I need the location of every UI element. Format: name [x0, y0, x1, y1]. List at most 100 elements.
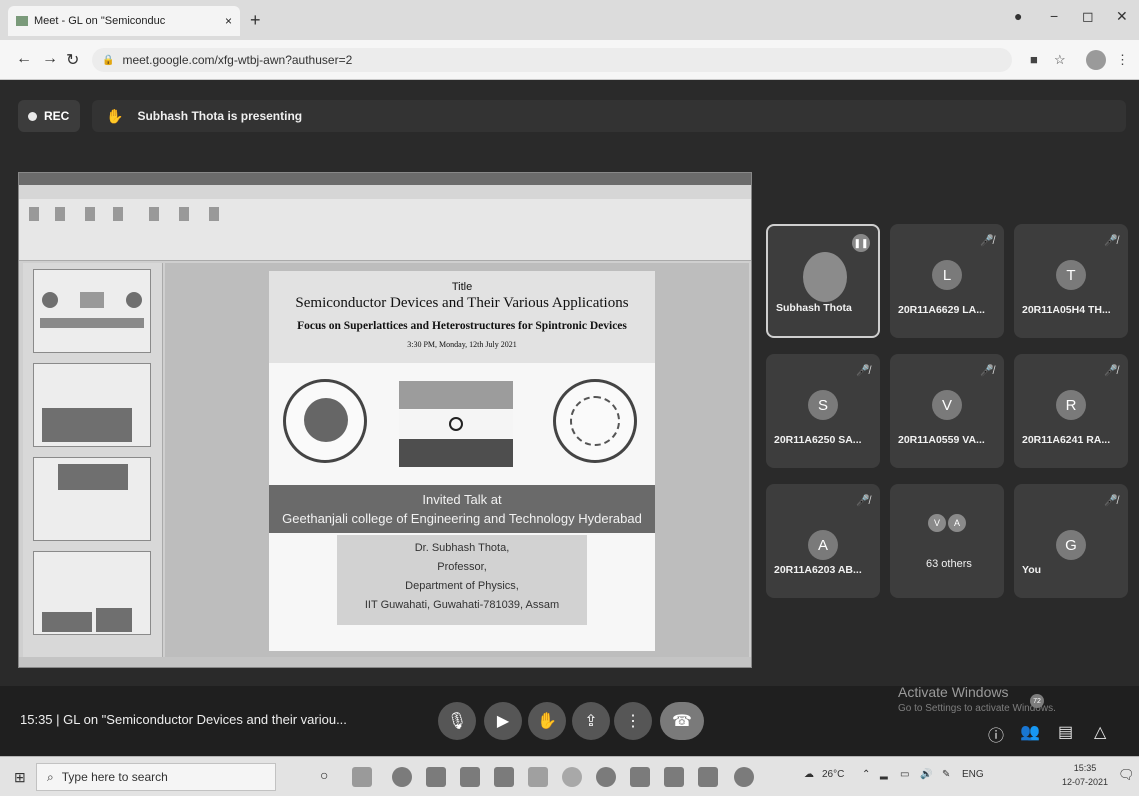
task-view-icon[interactable] — [352, 767, 372, 787]
speaker-org: IIT Guwahati, Guwahati-781039, Assam — [364, 599, 560, 611]
participant-tile[interactable]: 🎤̸ R 20R11A6241 RA... — [1014, 354, 1128, 468]
edge-icon[interactable] — [392, 767, 412, 787]
back-arrow-icon[interactable]: ← — [16, 50, 32, 68]
app-icon[interactable] — [664, 767, 684, 787]
hand-presenting-icon: ✋ — [106, 107, 124, 124]
ppt-status-bar — [19, 657, 751, 667]
present-screen-button[interactable]: ⇪ — [572, 702, 610, 740]
powerpoint-icon[interactable] — [698, 767, 718, 787]
taskbar-search[interactable]: ⌕ Type here to search — [36, 763, 276, 791]
slide-subtitle: Focus on Superlattices and Heterostructu… — [297, 320, 627, 332]
account-dot-icon[interactable]: ● — [1014, 8, 1022, 24]
chrome-icon[interactable] — [596, 767, 616, 787]
chat-badge: 72 — [1030, 694, 1044, 708]
slide-thumbnail[interactable] — [33, 269, 151, 353]
participant-avatar: V — [932, 390, 962, 420]
network-icon[interactable]: ▂ — [880, 769, 888, 780]
institute-logo-right-icon — [553, 379, 637, 463]
battery-icon[interactable]: ▭ — [900, 769, 909, 780]
chrome-icon[interactable] — [734, 767, 754, 787]
browser-toolbar: ← → ↻ 🔒 meet.google.com/xfg-wtbj-awn?aut… — [0, 40, 1139, 80]
volume-icon[interactable]: 🔊 — [920, 769, 932, 780]
photos-icon[interactable] — [426, 767, 446, 787]
mic-muted-icon: 🎤̸ — [1104, 235, 1118, 247]
profile-avatar[interactable] — [1086, 50, 1106, 70]
new-tab-button[interactable]: + — [250, 10, 261, 31]
clock-date: 12-07-2021 — [1062, 777, 1109, 787]
slide-title: Semiconductor Devices and Their Various … — [295, 295, 629, 311]
rec-dot-icon — [28, 111, 37, 121]
presenting-banner: ✋ Subhash Thota is presenting — [92, 100, 1126, 132]
participant-avatar: T — [1056, 260, 1086, 290]
participant-tile[interactable]: 🎤̸ L 20R11A6629 LA... — [890, 224, 1004, 338]
mic-muted-icon: 🎤̸ — [856, 495, 870, 507]
cortana-icon[interactable]: ○ — [320, 767, 340, 787]
opera-icon[interactable] — [562, 767, 582, 787]
raise-hand-button[interactable]: ✋ — [528, 702, 566, 740]
participant-name: 20R11A6250 SA... — [774, 434, 862, 446]
info-icon[interactable]: ⓘ — [988, 722, 1004, 746]
mic-toggle-button[interactable]: 🎙 — [438, 702, 476, 740]
ribbon-icon — [113, 207, 123, 221]
store-icon[interactable] — [460, 767, 480, 787]
leave-call-button[interactable]: ☎ — [660, 702, 704, 740]
participant-avatar: V — [928, 514, 946, 532]
participant-name: Subhash Thota — [776, 302, 852, 314]
invited-talk-banner: Invited Talk at Geethanjali college of E… — [269, 485, 655, 533]
keyboard-lang[interactable]: ENG — [962, 769, 984, 780]
participant-tile[interactable]: 🎤̸ T 20R11A05H4 TH... — [1014, 224, 1128, 338]
bookmark-star-icon[interactable]: ☆ — [1054, 52, 1066, 68]
chat-icon[interactable]: ▤ — [1058, 722, 1073, 742]
meet-stage: REC ✋ Subhash Thota is presenting Title … — [0, 80, 1139, 756]
people-icon[interactable]: 👥 — [1020, 722, 1040, 742]
app-icon[interactable] — [528, 767, 548, 787]
mail-icon[interactable] — [494, 767, 514, 787]
ribbon-icon — [149, 207, 159, 221]
word-icon[interactable] — [630, 767, 650, 787]
slide-thumbnail[interactable] — [33, 457, 151, 541]
slide-thumbnail[interactable] — [33, 363, 151, 447]
participant-name: 20R11A6241 RA... — [1022, 434, 1111, 446]
tab-close-icon[interactable]: × — [225, 14, 232, 28]
meeting-details[interactable]: 15:35 | GL on "Semiconductor Devices and… — [20, 712, 347, 727]
participant-name: 20R11A6629 LA... — [898, 304, 985, 316]
pen-icon[interactable]: ✎ — [942, 769, 950, 780]
recording-badge: REC — [18, 100, 80, 132]
tab-title: Meet - GL on "Semiconduc — [34, 15, 166, 27]
address-bar[interactable]: 🔒 meet.google.com/xfg-wtbj-awn?authuser=… — [92, 48, 1012, 72]
participant-tile[interactable]: 🎤̸ V 20R11A0559 VA... — [890, 354, 1004, 468]
taskbar-clock[interactable]: 15:35 12-07-2021 — [1062, 761, 1108, 789]
reload-icon[interactable]: ↻ — [66, 50, 79, 70]
windows-start-icon[interactable]: ⊞ — [14, 769, 26, 786]
participant-tile[interactable]: 🎤̸ A 20R11A6203 AB... — [766, 484, 880, 598]
tray-overflow-icon[interactable]: ⌃ — [862, 769, 870, 780]
indian-flag-icon — [399, 381, 513, 467]
close-window-button[interactable]: ✕ — [1116, 8, 1128, 25]
camera-toggle-button[interactable]: ▶ — [484, 702, 522, 740]
participant-tile[interactable]: ❚❚ Subhash Thota — [766, 224, 880, 338]
clock-time: 15:35 — [1073, 763, 1097, 773]
maximize-button[interactable]: ◻ — [1082, 8, 1094, 25]
more-options-button[interactable]: ⋮ — [614, 702, 652, 740]
weather-icon[interactable]: ☁ — [804, 769, 814, 780]
mic-muted-icon: 🎤̸ — [856, 365, 870, 377]
search-placeholder: Type here to search — [61, 770, 168, 784]
minimize-button[interactable]: − — [1050, 8, 1058, 24]
notification-icon[interactable]: 🗨 — [1118, 767, 1135, 783]
participant-tile[interactable]: 🎤̸ S 20R11A6250 SA... — [766, 354, 880, 468]
weather-text[interactable]: 26°C — [822, 769, 844, 780]
menu-kebab-icon[interactable]: ⋮ — [1116, 52, 1129, 68]
participant-photo — [803, 252, 847, 302]
speaking-indicator-icon: ❚❚ — [852, 234, 870, 252]
activities-icon[interactable]: △ — [1094, 722, 1106, 742]
others-tile[interactable]: V A 63 others — [890, 484, 1004, 598]
windows-taskbar: ⊞ ⌕ Type here to search ○ ☁ 26°C ⌃ ▂ ▭ 🔊… — [0, 756, 1139, 796]
meet-control-bar: 15:35 | GL on "Semiconductor Devices and… — [0, 684, 1139, 756]
participant-avatar: G — [1056, 530, 1086, 560]
mic-muted-icon: 🎤̸ — [1104, 365, 1118, 377]
forward-arrow-icon[interactable]: → — [42, 50, 58, 68]
slide-thumbnail[interactable] — [33, 551, 151, 635]
self-tile[interactable]: 🎤̸ G You — [1014, 484, 1128, 598]
camera-permission-icon[interactable]: ■ — [1030, 52, 1038, 67]
browser-tab-meet[interactable]: Meet - GL on "Semiconduc × — [8, 6, 240, 36]
